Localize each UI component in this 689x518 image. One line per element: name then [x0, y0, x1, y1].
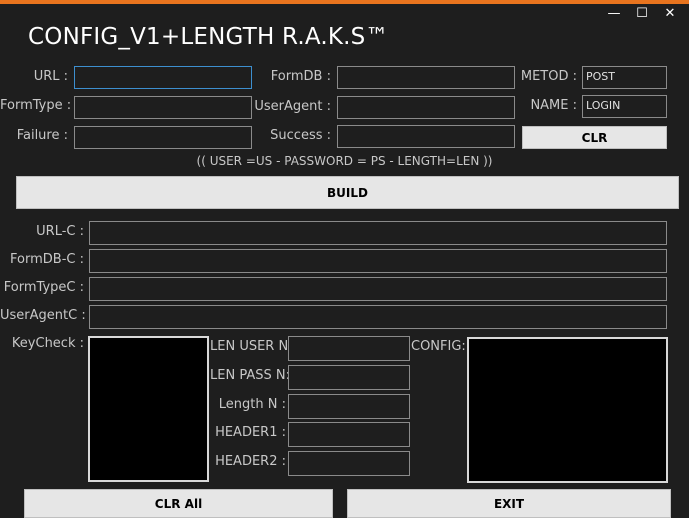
len-user-label: LEN USER N:	[210, 339, 293, 354]
len-pass-label: LEN PASS N:	[210, 368, 290, 383]
formdb-label: FormDB :	[270, 69, 331, 84]
keycheck-textbox[interactable]	[88, 336, 209, 482]
urlc-output[interactable]	[89, 221, 667, 245]
header2-label: HEADER2 :	[215, 454, 286, 469]
name-input[interactable]: LOGIN	[582, 95, 667, 118]
config-label: CONFIG:	[411, 339, 466, 354]
formdb-input[interactable]	[337, 66, 515, 89]
app-window: — ☐ ✕ CONFIG_V1+LENGTH R.A.K.S™ URL : Fo…	[0, 0, 689, 518]
formtypec-label: FormTypeC :	[3, 280, 84, 295]
clr-button[interactable]: CLR	[522, 126, 667, 149]
success-input[interactable]	[337, 125, 515, 148]
useragentc-output[interactable]	[89, 305, 667, 329]
keycheck-label: KeyCheck :	[11, 336, 84, 351]
formtypec-output[interactable]	[89, 277, 667, 301]
name-label: NAME :	[530, 98, 577, 113]
len-pass-input[interactable]	[288, 365, 410, 390]
formtype-label: FormType :	[0, 98, 72, 113]
length-input[interactable]	[288, 394, 410, 419]
len-user-input[interactable]	[288, 336, 410, 361]
useragentc-label: UserAgentC :	[0, 308, 86, 323]
build-button[interactable]: BUILD	[16, 176, 679, 209]
formdbc-output[interactable]	[89, 249, 667, 273]
metod-label: METOD :	[520, 69, 577, 84]
header1-input[interactable]	[288, 422, 410, 447]
formdbc-label: FormDB-C :	[10, 252, 84, 267]
header1-label: HEADER1 :	[215, 425, 286, 440]
formtype-input[interactable]	[74, 96, 252, 119]
exit-button[interactable]: EXIT	[347, 489, 671, 518]
useragent-label: UserAgent :	[254, 99, 331, 114]
minimize-icon[interactable]: —	[607, 6, 621, 21]
failure-input[interactable]	[74, 126, 252, 149]
failure-label: Failure :	[16, 128, 68, 143]
useragent-input[interactable]	[337, 96, 515, 119]
url-label: URL :	[33, 69, 68, 84]
close-icon[interactable]: ✕	[663, 6, 677, 21]
success-label: Success :	[270, 128, 331, 143]
config-textbox[interactable]	[467, 337, 668, 483]
app-title: CONFIG_V1+LENGTH R.A.K.S™	[28, 24, 389, 50]
metod-input[interactable]: POST	[582, 66, 667, 89]
window-controls: — ☐ ✕	[607, 6, 677, 21]
header2-input[interactable]	[288, 451, 410, 476]
maximize-icon[interactable]: ☐	[635, 6, 649, 21]
url-input[interactable]	[74, 66, 252, 89]
urlc-label: URL-C :	[36, 224, 84, 239]
length-label: Length N :	[218, 397, 286, 412]
clr-all-button[interactable]: CLR All	[24, 489, 333, 518]
format-hint: (( USER =US - PASSWORD = PS - LENGTH=LEN…	[196, 154, 493, 168]
